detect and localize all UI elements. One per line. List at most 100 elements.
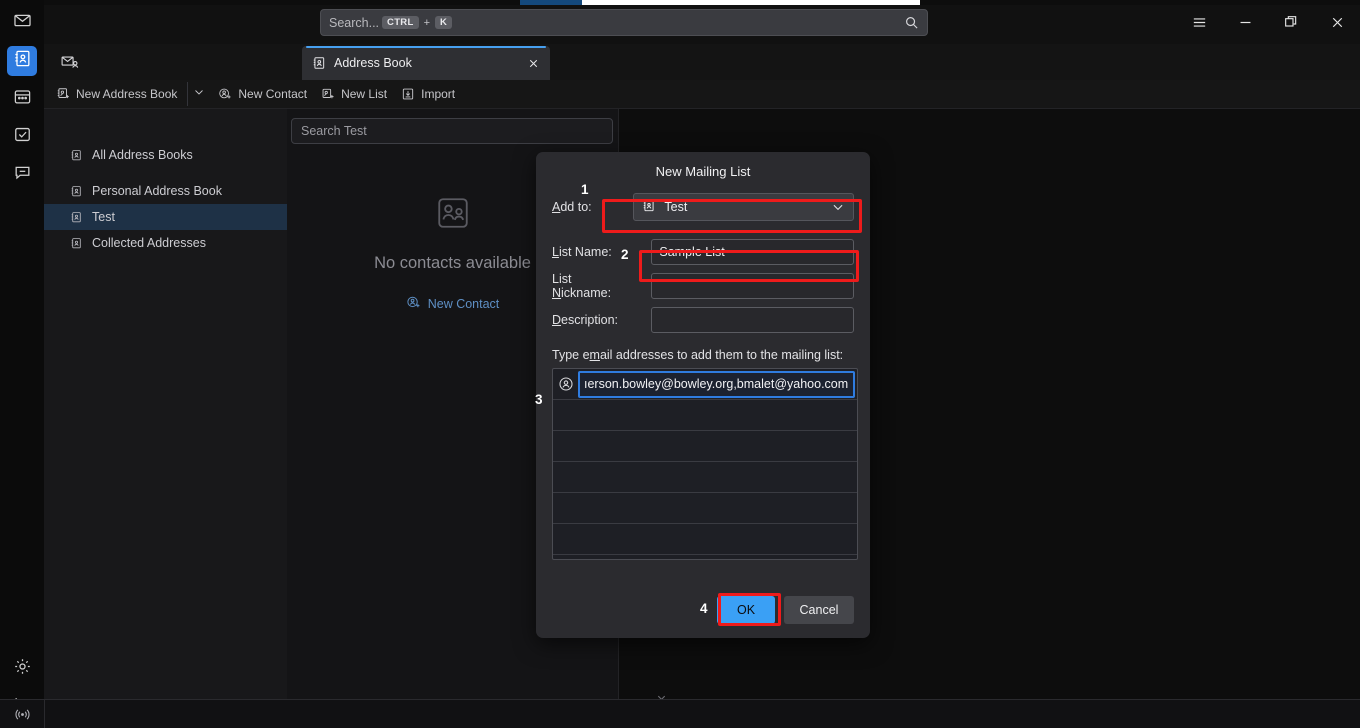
chevron-down-icon: [831, 200, 845, 214]
new-address-book-dropdown[interactable]: [187, 82, 210, 106]
new-contact-label: New Contact: [238, 87, 308, 101]
address-book-toolbar: New Address Book New Contact New List Im…: [44, 80, 1360, 109]
address-input[interactable]: ıerson.bowley@bowley.org,bmalet@yahoo.co…: [578, 370, 855, 398]
address-row-empty[interactable]: [553, 462, 857, 493]
empty-state-title: No contacts available: [374, 254, 531, 272]
contacts-search-placeholder: Search Test: [301, 124, 367, 138]
tab-strip: Address Book: [44, 44, 1360, 80]
contact-plus-icon: [406, 295, 421, 313]
annotation-marker-1: 1: [581, 182, 589, 197]
description-row: Description:: [552, 307, 854, 333]
new-contact-button[interactable]: New Contact: [212, 84, 313, 104]
sidebar-item-collected-addresses[interactable]: Collected Addresses: [44, 230, 287, 256]
new-address-book-button[interactable]: New Address Book: [50, 84, 183, 104]
chat-icon: [13, 163, 32, 187]
list-nickname-row: List Nickname:: [552, 272, 854, 300]
application-window: Search... CTRL + K Address Book New Addr…: [0, 0, 1360, 728]
rail-item-settings[interactable]: [7, 654, 37, 684]
annotation-marker-2: 2: [621, 247, 629, 262]
address-row-active[interactable]: ıerson.bowley@bowley.org,bmalet@yahoo.co…: [553, 369, 857, 400]
minimize-icon: [1237, 14, 1254, 36]
list-nickname-label: List Nickname:: [552, 272, 612, 300]
rail-item-mail[interactable]: [7, 8, 37, 38]
address-book-plus-icon: [56, 87, 70, 101]
address-row-empty[interactable]: [553, 524, 857, 555]
app-menu-button[interactable]: [1176, 5, 1222, 44]
tab-label: Address Book: [334, 56, 412, 70]
bottom-bar-divider: [44, 699, 45, 728]
list-name-value: Sample List: [659, 245, 725, 259]
tab-address-book[interactable]: Address Book: [302, 46, 550, 80]
calendar-icon: [13, 87, 32, 111]
address-book-icon: [312, 56, 326, 70]
annotation-marker-3: 3: [535, 392, 543, 407]
address-books-sidebar: All Address Books Personal Address Book: [44, 109, 287, 699]
rail-item-calendar[interactable]: [7, 84, 37, 114]
add-to-select[interactable]: Test: [633, 193, 854, 221]
search-icon[interactable]: [904, 15, 919, 30]
import-label: Import: [421, 87, 456, 101]
sidebar-item-personal-address-book[interactable]: Personal Address Book: [44, 178, 287, 204]
sidebar-item-label: All Address Books: [92, 148, 193, 162]
new-list-label: New List: [341, 87, 388, 101]
dialog-body: Add to: Test List Name: Sample List List…: [536, 193, 870, 560]
broadcast-icon[interactable]: [0, 706, 44, 723]
window-controls: [1176, 5, 1360, 44]
mailing-list-addresses: ıerson.bowley@bowley.org,bmalet@yahoo.co…: [552, 368, 858, 560]
address-book-icon: [70, 211, 83, 224]
address-row-empty[interactable]: [553, 493, 857, 524]
close-icon: [1329, 14, 1346, 36]
sidebar-item-label: Personal Address Book: [92, 184, 222, 198]
empty-state-new-contact-link[interactable]: New Contact: [406, 295, 500, 313]
description-input[interactable]: [651, 307, 854, 333]
address-book-icon: [70, 237, 83, 250]
dialog-title: New Mailing List: [655, 164, 751, 179]
restore-button[interactable]: [1268, 5, 1314, 44]
hamburger-icon: [1191, 14, 1208, 36]
empty-state-link-label: New Contact: [427, 297, 500, 311]
new-address-book-label: New Address Book: [76, 87, 178, 101]
close-icon[interactable]: [525, 55, 542, 72]
envelope-icon: [13, 11, 32, 35]
list-nickname-input[interactable]: [651, 273, 854, 299]
add-to-label: Add to:: [552, 200, 592, 214]
add-to-value: Test: [664, 200, 688, 214]
list-name-row: List Name: Sample List: [552, 239, 854, 265]
rail-item-chat[interactable]: [7, 160, 37, 190]
address-row-empty[interactable]: [553, 400, 857, 431]
close-button[interactable]: [1314, 5, 1360, 44]
chevron-down-icon: [193, 85, 205, 103]
mail-contact-icon[interactable]: [56, 50, 84, 74]
sidebar-item-test[interactable]: Test: [44, 204, 287, 230]
bottom-bar: [0, 699, 1360, 728]
address-book-icon: [70, 149, 83, 162]
sidebar-item-label: Collected Addresses: [92, 236, 206, 250]
rail-item-address-book[interactable]: [7, 46, 37, 76]
address-input-value: ıerson.bowley@bowley.org,bmalet@yahoo.co…: [584, 377, 849, 391]
annotation-marker-4: 4: [700, 601, 708, 616]
import-button[interactable]: Import: [395, 84, 461, 104]
tasks-icon: [13, 125, 32, 149]
address-row-empty[interactable]: [553, 431, 857, 462]
global-search-input[interactable]: Search... CTRL + K: [320, 9, 928, 36]
new-list-button[interactable]: New List: [315, 84, 393, 104]
description-label: Description:: [552, 313, 619, 327]
contacts-icon: [431, 191, 475, 240]
ok-button[interactable]: OK: [717, 596, 775, 624]
address-book-icon: [642, 199, 656, 216]
search-placeholder: Search...: [329, 15, 380, 30]
minimize-button[interactable]: [1222, 5, 1268, 44]
address-book-icon: [70, 185, 83, 198]
search-shortcut-ctrl: CTRL: [382, 16, 419, 29]
gear-icon: [13, 657, 32, 681]
contacts-search-input[interactable]: Search Test: [291, 118, 613, 144]
import-icon: [401, 87, 415, 101]
list-plus-icon: [321, 87, 335, 101]
sidebar-item-all-address-books[interactable]: All Address Books: [44, 142, 287, 168]
new-mailing-list-dialog: New Mailing List Add to: Test List Name:…: [536, 152, 870, 638]
rail-item-tasks[interactable]: [7, 122, 37, 152]
contact-avatar-icon: [553, 369, 578, 399]
restore-icon: [1283, 14, 1299, 35]
cancel-button[interactable]: Cancel: [784, 596, 854, 624]
list-name-input[interactable]: Sample List: [651, 239, 854, 265]
